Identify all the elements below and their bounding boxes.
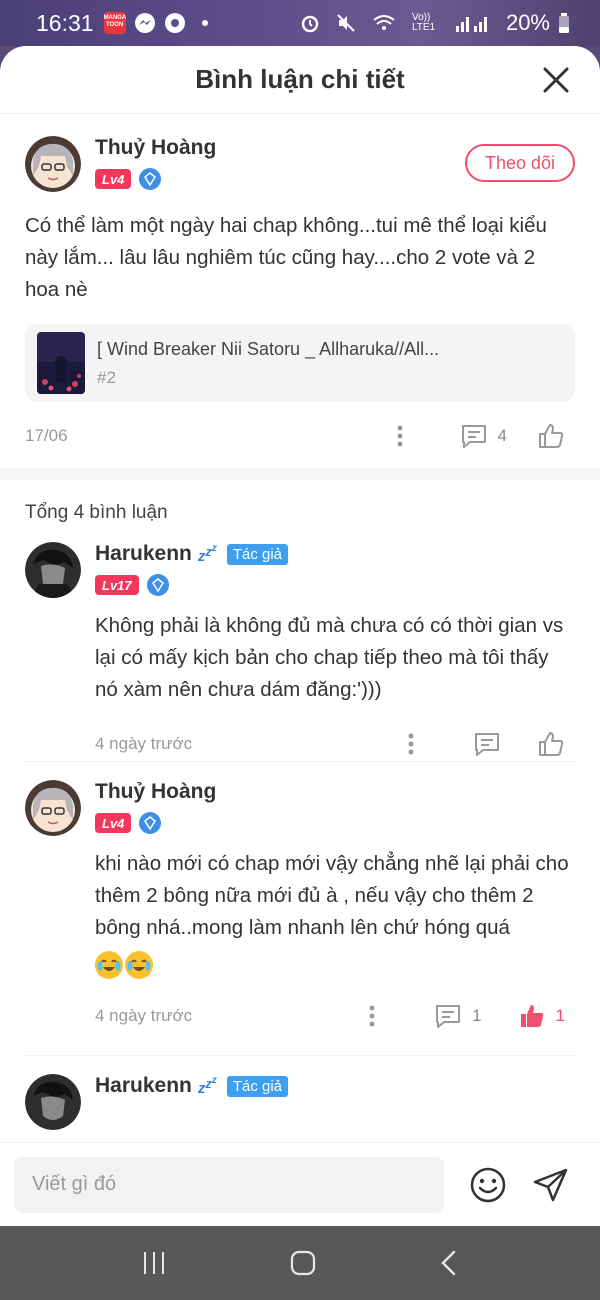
comment-input-bar <box>0 1142 600 1226</box>
send-icon <box>533 1168 568 1201</box>
reply-button[interactable]: 4 <box>460 423 507 449</box>
signal-icon <box>454 14 490 32</box>
status-bar: 16:31 MANGA TOON Vo)) LTE1 20% <box>0 0 600 46</box>
username[interactable]: Harukenn <box>95 1074 192 1098</box>
shield-icon <box>139 168 162 190</box>
crying-laughing-emoji-icon <box>125 950 153 979</box>
sheet-header: Bình luận chi tiết <box>0 46 600 114</box>
replies-section: Tổng 4 bình luận Harukenn zzz Tác giả Lv… <box>0 480 600 1130</box>
comment-input[interactable] <box>14 1156 444 1213</box>
more-vertical-icon <box>369 1005 375 1027</box>
level-badge: Lv4 <box>95 813 132 833</box>
more-vertical-icon <box>397 425 403 447</box>
comment-detail-sheet: Bình luận chi tiết Thuỷ Hoàng Lv4 Theo d… <box>0 46 600 1226</box>
back-button[interactable] <box>439 1249 459 1277</box>
network-label: Vo)) LTE1 <box>411 12 436 33</box>
username[interactable]: Harukenn <box>95 542 192 566</box>
smiley-icon <box>470 1167 506 1202</box>
follow-button[interactable]: Theo dõi <box>465 144 575 182</box>
emoji-button[interactable] <box>470 1167 506 1203</box>
reply-time: 4 ngày trước <box>95 1006 193 1025</box>
notification-dot-icon <box>201 20 208 26</box>
reply-time: 4 ngày trước <box>95 734 193 753</box>
like-count: 1 <box>555 1006 565 1025</box>
more-vertical-icon <box>408 733 414 755</box>
chrome-icon <box>164 12 186 34</box>
reply-item: Thuỷ Hoàng Lv4 khi nào mới có chap mới v… <box>25 762 575 1056</box>
level-badge: Lv4 <box>95 169 132 189</box>
battery-icon <box>558 13 570 33</box>
shield-icon <box>139 812 162 834</box>
reply-count: 4 <box>497 426 507 445</box>
thumbs-up-icon <box>539 732 564 756</box>
comment-text: Có thể làm một ngày hai chap không...tui… <box>25 214 547 301</box>
crying-laughing-emoji-icon <box>95 950 123 979</box>
back-chevron-icon <box>441 1250 456 1276</box>
mangatoon-icon: MANGA TOON <box>103 12 126 34</box>
home-icon <box>290 1250 316 1276</box>
main-comment: Thuỷ Hoàng Lv4 Theo dõi Có thể làm một n… <box>0 114 600 468</box>
section-divider <box>0 468 600 480</box>
like-button[interactable] <box>537 730 565 758</box>
sleep-icon: zzz <box>197 542 217 566</box>
shield-icon <box>146 574 169 596</box>
alarm-icon <box>300 13 320 33</box>
avatar[interactable] <box>25 136 81 192</box>
total-comments: Tổng 4 bình luận <box>25 502 168 523</box>
avatar[interactable] <box>25 1074 81 1130</box>
more-options-button[interactable] <box>362 1005 382 1027</box>
avatar[interactable] <box>25 542 81 598</box>
messenger-icon <box>134 12 156 34</box>
like-button[interactable] <box>537 422 565 450</box>
reply-meta: 4 ngày trước <box>95 720 575 768</box>
thumbs-up-filled-icon <box>520 1005 543 1027</box>
close-icon <box>543 67 569 93</box>
reply-count: 1 <box>472 1006 482 1025</box>
username[interactable]: Thuỷ Hoàng <box>95 780 216 804</box>
like-button[interactable]: 1 <box>518 1002 565 1030</box>
reply-item: Harukenn zzz Tác giả <box>25 1056 575 1130</box>
story-title: [ Wind Breaker Nii Satoru _ Allharuka//A… <box>97 338 440 359</box>
thumbs-up-icon <box>539 424 564 448</box>
reply-meta: 4 ngày trước 1 1 <box>95 992 575 1040</box>
comment-meta: 17/06 4 <box>25 412 575 460</box>
avatar[interactable] <box>25 780 81 836</box>
sleep-icon: zzz <box>197 1074 217 1098</box>
home-button[interactable] <box>289 1249 317 1277</box>
android-nav-bar <box>0 1226 600 1300</box>
wifi-icon <box>372 13 396 33</box>
battery-percent: 20% <box>505 10 550 35</box>
recent-apps-icon <box>144 1252 164 1274</box>
author-tag: Tác giả <box>226 543 289 565</box>
level-badge: Lv17 <box>95 575 139 595</box>
reply-text: Không phải là không đủ mà chưa có có thờ… <box>95 614 564 701</box>
author-tag: Tác giả <box>226 1075 289 1097</box>
reply-button[interactable] <box>473 731 501 757</box>
mute-icon <box>336 13 356 33</box>
username[interactable]: Thuỷ Hoàng <box>95 136 216 160</box>
page-title: Bình luận chi tiết <box>195 64 405 94</box>
reply-button[interactable]: 1 <box>434 1003 482 1029</box>
comment-icon <box>436 1005 461 1028</box>
reply-item: Harukenn zzz Tác giả Lv17 Không phải là … <box>25 524 575 762</box>
reply-text: khi nào mới có chap mới vậy chẳng nhẽ lạ… <box>95 852 569 939</box>
story-card[interactable]: [ Wind Breaker Nii Satoru _ Allharuka//A… <box>25 324 575 402</box>
story-chapter: #2 <box>97 367 116 387</box>
story-thumbnail <box>37 332 85 394</box>
more-options-button[interactable] <box>390 425 410 447</box>
more-options-button[interactable] <box>401 733 421 755</box>
comment-icon <box>461 425 486 448</box>
close-button[interactable] <box>542 66 570 94</box>
comment-icon <box>475 733 499 756</box>
status-time: 16:31 <box>36 9 94 36</box>
comment-date: 17/06 <box>25 426 68 445</box>
recent-apps-button[interactable] <box>141 1250 167 1276</box>
send-button[interactable] <box>532 1167 570 1203</box>
